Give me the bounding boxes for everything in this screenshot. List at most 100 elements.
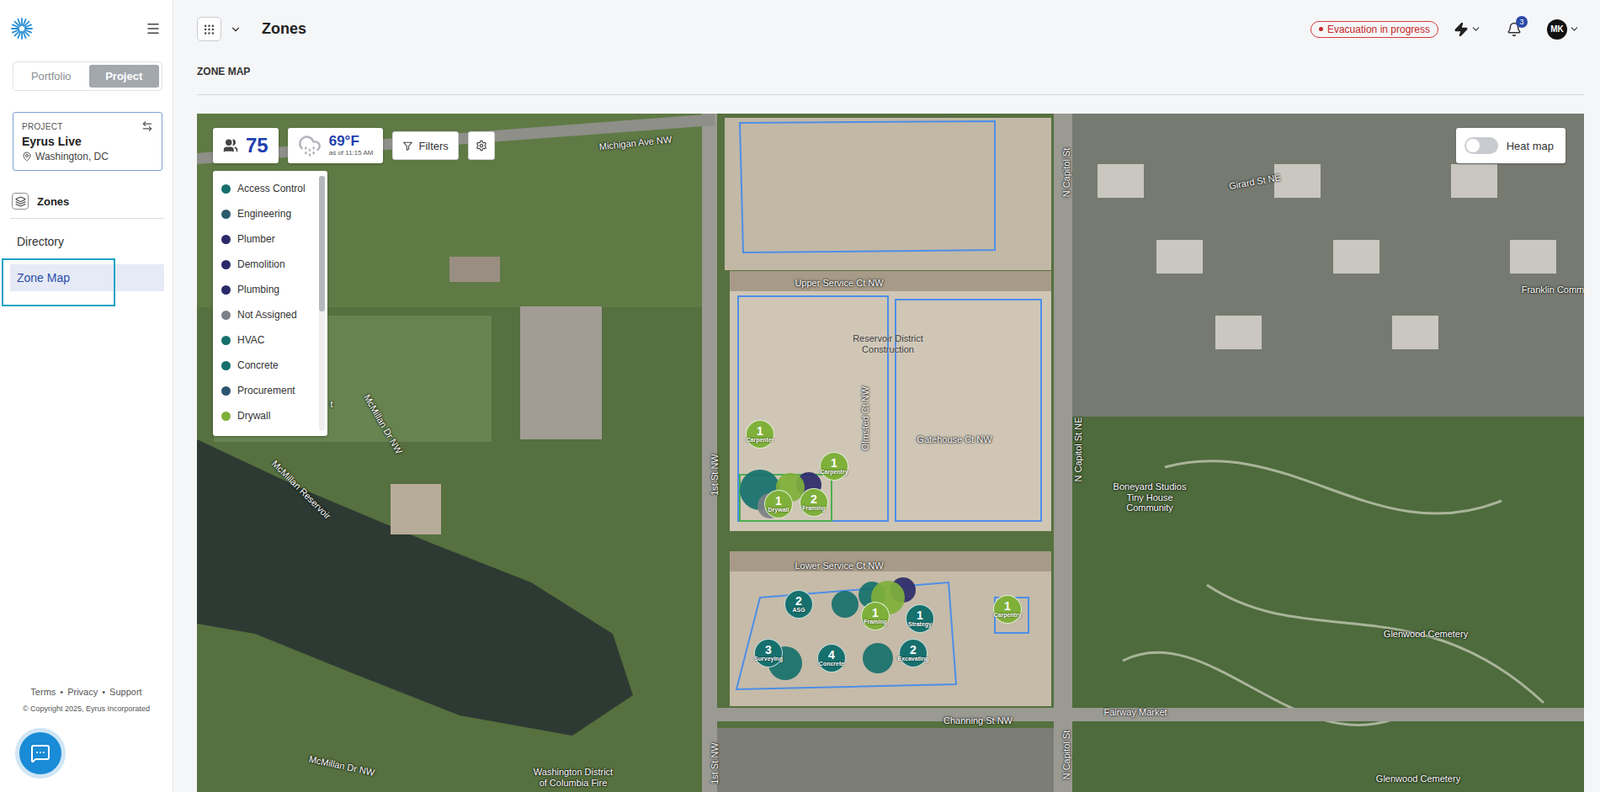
zone-marker[interactable]: 1Carpenter	[745, 419, 775, 449]
zone-marker[interactable]: 2Framing	[799, 488, 829, 517]
marker-count: 1	[1004, 600, 1011, 612]
brand-row	[0, 0, 173, 41]
people-icon	[223, 138, 239, 154]
project-name: Eyrus Live	[21, 134, 154, 149]
focus-highlight	[1, 258, 116, 307]
footer-link[interactable]: Support	[109, 686, 143, 697]
zone-marker[interactable]: 4Concrete	[817, 643, 846, 673]
switch-icon[interactable]	[141, 120, 154, 133]
zone-bubble[interactable]	[831, 590, 859, 618]
location-pin-icon	[21, 151, 32, 162]
legend-item[interactable]: Drywall	[221, 403, 317, 429]
satellite-map[interactable]	[196, 113, 1585, 792]
layers-icon-box	[11, 192, 29, 210]
marker-label: Excavating	[898, 655, 930, 663]
notification-badge: 3	[1515, 15, 1528, 28]
scroll-thumb[interactable]	[318, 175, 325, 312]
zone-marker[interactable]: 2ASG	[784, 590, 814, 619]
footer-links: Terms•Privacy•Support	[30, 686, 142, 697]
map-label: Michigan Ave NW	[598, 133, 672, 153]
zone-marker[interactable]: 1Carpentry	[819, 451, 849, 481]
legend-item[interactable]: Plumbing	[221, 276, 317, 303]
zone-marker[interactable]: 1Strategy	[905, 604, 935, 633]
user-menu[interactable]: MK	[1546, 19, 1580, 40]
weather-time: as of 11:15 AM	[329, 149, 374, 158]
marker-count: 1	[775, 494, 782, 507]
marker-label: ASG	[792, 606, 805, 614]
chat-button[interactable]	[15, 728, 66, 779]
legend-item[interactable]: Plumber	[221, 226, 317, 252]
zone-marker[interactable]: 1Carpentry	[993, 595, 1022, 624]
grid-icon	[202, 22, 216, 37]
weather-card: 69°Fas of 11:15 AM	[287, 127, 384, 164]
legend-dot	[221, 184, 231, 194]
marker-count: 1	[756, 425, 764, 437]
heatmap-switch[interactable]	[1464, 137, 1499, 155]
nav-list: Directory Zone Map	[0, 218, 173, 292]
section-heading: ZONE MAP	[196, 58, 1585, 96]
zone-marker[interactable]: 1Framing	[861, 601, 890, 631]
filter-icon	[402, 140, 414, 152]
map-label: McMillan Dr NW	[308, 754, 376, 779]
legend-dot	[221, 310, 231, 320]
legend-item[interactable]: Engineering	[221, 201, 317, 227]
map-controls: 7569°Fas of 11:15 AMFilters	[212, 127, 495, 164]
heatmap-label: Heat map	[1506, 139, 1554, 153]
legend-dot	[221, 335, 231, 346]
scope-toggle-button[interactable]: Portfolio	[15, 64, 87, 88]
map-label: N Capitol St	[1061, 730, 1073, 781]
alert-dot	[1318, 26, 1324, 32]
zone-marker[interactable]: 3Surveying	[754, 638, 783, 668]
sidebar: PortfolioProject PROJECTEyrus LiveWashing…	[0, 0, 174, 792]
settings-button[interactable]	[467, 131, 495, 160]
marker-label: Framing	[863, 618, 888, 626]
legend-item[interactable]: Not Assigned	[221, 302, 317, 328]
marker-count: 2	[909, 643, 917, 656]
map-label: Channing St NW	[943, 715, 1013, 727]
project-card[interactable]: PROJECTEyrus LiveWashington, DC	[12, 111, 163, 171]
filters-button[interactable]: Filters	[392, 131, 458, 160]
menu-icon[interactable]	[145, 21, 161, 37]
zone-marker[interactable]: 1Drywall	[764, 489, 793, 519]
legend-dot	[221, 234, 231, 245]
chevron-down-icon[interactable]	[229, 23, 242, 36]
legend-dot	[221, 386, 231, 396]
actions-menu[interactable]	[1453, 21, 1482, 38]
sidebar-item[interactable]: Directory	[10, 228, 165, 256]
apps-button[interactable]	[196, 16, 222, 42]
footer-separator: •	[59, 686, 64, 697]
section-row[interactable]: Zones	[10, 187, 165, 219]
zone-bubble[interactable]	[862, 643, 894, 674]
map-label: Gatehouse Ct NW	[916, 434, 992, 446]
scope-toggle: PortfolioProject	[12, 61, 163, 91]
scope-toggle-button[interactable]: Project	[89, 64, 160, 88]
map-label: Girard St NE	[1227, 171, 1282, 192]
zone-marker[interactable]: 2Excavating	[898, 638, 928, 668]
map-label: Lower Service Ct NW	[794, 560, 883, 572]
project-location: Washington, DC	[21, 150, 154, 163]
legend-item[interactable]: Concrete	[221, 352, 317, 378]
marker-count: 1	[830, 457, 838, 469]
legend-item[interactable]: Procurement	[221, 377, 317, 404]
zone-map[interactable]: Michigan Ave NW Upper Service Ct NW Reserv…	[196, 113, 1585, 792]
map-label: Upper Service Ct NW	[794, 277, 883, 289]
notifications-button[interactable]: 3	[1506, 21, 1522, 38]
footer-link[interactable]: Terms	[30, 686, 56, 697]
map-label: Reservoir District Construction	[850, 333, 926, 355]
marker-count: 2	[795, 595, 803, 607]
sidebar-item[interactable]: Zone Map	[10, 264, 165, 292]
legend-item[interactable]: Access Control	[221, 175, 317, 202]
map-label: Glenwood Cemetery	[1376, 773, 1461, 785]
heatmap-toggle: Heat map	[1456, 127, 1566, 164]
legend-scrollbar[interactable]	[318, 175, 325, 431]
legend-dot	[221, 361, 231, 371]
chevron-down-icon	[1470, 23, 1482, 35]
cloud-icon	[297, 133, 322, 158]
legend-item[interactable]: HVAC	[221, 327, 317, 353]
marker-count: 1	[871, 606, 879, 619]
evacuation-alert[interactable]: Evacuation in progress	[1310, 21, 1439, 38]
marker-label: Carpentry	[993, 611, 1021, 619]
avatar: MK	[1546, 19, 1568, 40]
legend-item[interactable]: Demolition	[221, 251, 317, 277]
footer-link[interactable]: Privacy	[67, 686, 98, 697]
